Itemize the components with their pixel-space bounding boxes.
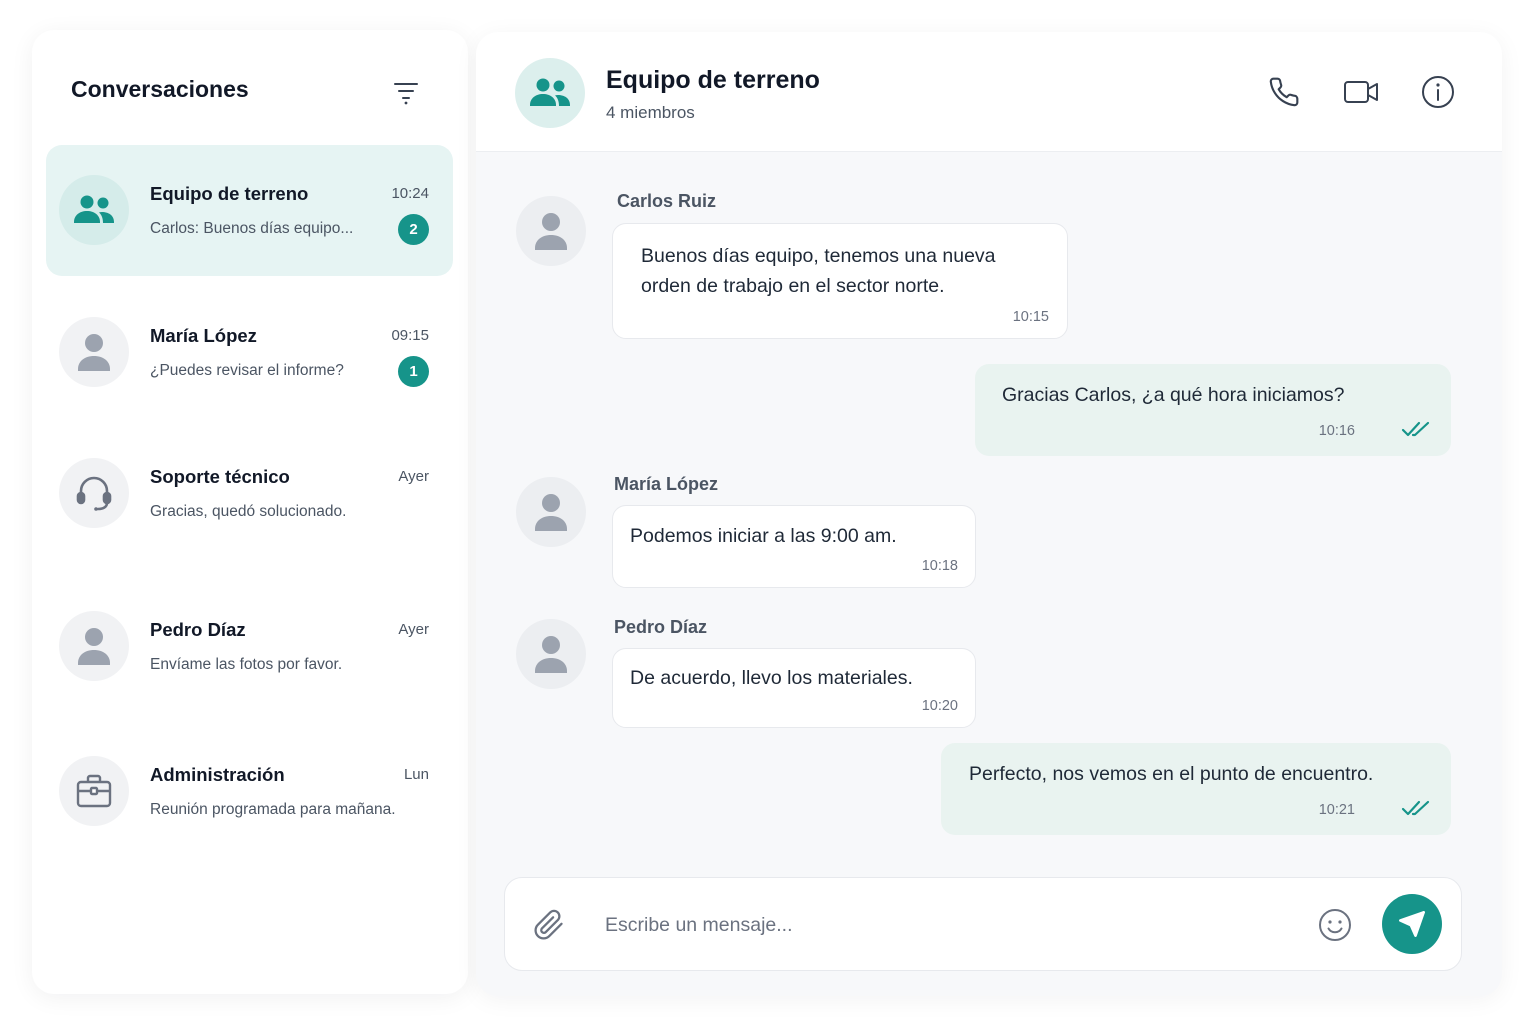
sender-name: María López bbox=[614, 474, 719, 494]
user-icon bbox=[535, 636, 567, 673]
conversation-time: 10:24 bbox=[391, 185, 429, 202]
message-time: 10:16 bbox=[1318, 423, 1355, 439]
video-call-button[interactable] bbox=[1341, 72, 1381, 112]
conversation-name: María López bbox=[150, 325, 257, 346]
user-icon bbox=[535, 213, 567, 250]
chat-member-count: 4 miembros bbox=[606, 103, 695, 122]
message-time: 10:15 bbox=[1012, 309, 1049, 325]
sidebar-title: Conversaciones bbox=[71, 76, 249, 102]
message-text: Gracias Carlos, ¿a qué hora iniciamos? bbox=[1002, 380, 1344, 410]
message-text-line: Podemos iniciar a las 9:00 am. bbox=[630, 525, 897, 547]
double-check-icon bbox=[1401, 800, 1430, 816]
conversation-name: Pedro Díaz bbox=[150, 619, 246, 640]
conversation-preview: Gracias, quedó solucionado. bbox=[150, 503, 347, 520]
message-time: 10:20 bbox=[921, 698, 958, 714]
headset-icon bbox=[76, 476, 112, 511]
emoji-icon bbox=[1319, 909, 1351, 941]
avatar bbox=[59, 756, 129, 826]
message-input[interactable] bbox=[605, 902, 1285, 948]
message-bubble-incoming: De acuerdo, llevo los materiales. 10:20 bbox=[612, 648, 976, 728]
video-icon bbox=[1344, 81, 1378, 103]
call-button[interactable] bbox=[1264, 72, 1304, 112]
messaging-app: Conversaciones Equipo de terreno 10:24 C… bbox=[0, 0, 1536, 1024]
message-composer bbox=[504, 877, 1462, 971]
attach-button[interactable] bbox=[529, 905, 569, 945]
conversation-preview: Envíame las fotos por favor. bbox=[150, 656, 343, 673]
user-icon bbox=[78, 628, 110, 665]
conversation-preview: ¿Puedes revisar el informe? bbox=[150, 362, 344, 379]
send-button[interactable] bbox=[1382, 894, 1442, 954]
filter-icon bbox=[394, 83, 418, 105]
conversation-time: Ayer bbox=[398, 468, 429, 485]
chat-title: Equipo de terreno bbox=[606, 66, 820, 94]
conversation-preview: Reunión programada para mañana. bbox=[150, 801, 396, 818]
conversation-item-administracion[interactable]: Administración Lun Reunión programada pa… bbox=[46, 726, 453, 857]
paperclip-icon bbox=[534, 909, 563, 940]
chat-panel: Equipo de terreno 4 miembros Carlos Ruiz… bbox=[476, 32, 1502, 996]
info-button[interactable] bbox=[1418, 72, 1458, 112]
sidebar-header: Conversaciones bbox=[32, 30, 468, 145]
message-text-line: orden de trabajo en el sector norte. bbox=[641, 275, 945, 297]
avatar bbox=[59, 611, 129, 681]
chat-header: Equipo de terreno 4 miembros bbox=[476, 32, 1502, 152]
message-bubble-outgoing: Perfecto, nos vemos en el punto de encue… bbox=[941, 743, 1451, 835]
message-text-line: Gracias Carlos, ¿a qué hora iniciamos? bbox=[1002, 384, 1345, 406]
message-text-line: Perfecto, nos vemos en el punto de encue… bbox=[969, 763, 1374, 785]
conversation-item-maria-lopez[interactable]: María López 09:15 ¿Puedes revisar el inf… bbox=[46, 287, 453, 418]
message-text: Buenos días equipo, tenemos una nueva or… bbox=[641, 241, 996, 301]
sender-avatar bbox=[516, 196, 586, 266]
conversation-time: Lun bbox=[403, 766, 429, 783]
chat-avatar bbox=[515, 58, 585, 128]
conversation-item-pedro-diaz[interactable]: Pedro Díaz Ayer Envíame las fotos por fa… bbox=[46, 581, 453, 712]
avatar bbox=[59, 175, 129, 245]
unread-badge: 1 bbox=[398, 356, 429, 387]
message-text-line: Buenos días equipo, tenemos una nueva bbox=[641, 245, 996, 267]
conversation-item-soporte-tecnico[interactable]: Soporte técnico Ayer Gracias, quedó solu… bbox=[46, 428, 453, 559]
send-icon bbox=[1399, 911, 1425, 937]
emoji-button[interactable] bbox=[1315, 905, 1355, 945]
group-icon bbox=[74, 195, 114, 223]
filter-button[interactable] bbox=[388, 74, 424, 110]
message-bubble-incoming: Buenos días equipo, tenemos una nueva or… bbox=[612, 223, 1068, 339]
conversation-time: Ayer bbox=[398, 621, 429, 638]
user-icon bbox=[78, 334, 110, 371]
unread-badge: 2 bbox=[398, 214, 429, 245]
message-time: 10:18 bbox=[921, 558, 958, 574]
message-time: 10:21 bbox=[1318, 802, 1355, 818]
conversations-sidebar: Conversaciones Equipo de terreno 10:24 C… bbox=[32, 30, 468, 994]
message-text: Perfecto, nos vemos en el punto de encue… bbox=[969, 759, 1373, 789]
conversation-item-equipo-de-terreno[interactable]: Equipo de terreno 10:24 Carlos: Buenos d… bbox=[46, 145, 453, 276]
conversation-name: Administración bbox=[150, 764, 285, 785]
phone-icon bbox=[1269, 77, 1299, 107]
sender-name: Pedro Díaz bbox=[614, 617, 708, 637]
message-text: Podemos iniciar a las 9:00 am. bbox=[630, 521, 897, 551]
user-icon bbox=[535, 494, 567, 531]
message-text-line: De acuerdo, llevo los materiales. bbox=[630, 667, 913, 689]
avatar bbox=[59, 458, 129, 528]
group-icon bbox=[530, 78, 570, 106]
conversation-name: Equipo de terreno bbox=[150, 183, 309, 204]
double-check-icon bbox=[1401, 421, 1430, 437]
info-icon bbox=[1422, 76, 1454, 108]
message-bubble-incoming: Podemos iniciar a las 9:00 am. 10:18 bbox=[612, 505, 976, 588]
sender-avatar bbox=[516, 477, 586, 547]
sender-name: Carlos Ruiz bbox=[617, 191, 717, 211]
briefcase-icon bbox=[76, 774, 112, 808]
message-bubble-outgoing: Gracias Carlos, ¿a qué hora iniciamos? 1… bbox=[975, 364, 1451, 456]
message-text: De acuerdo, llevo los materiales. bbox=[630, 663, 913, 693]
conversation-name: Soporte técnico bbox=[150, 466, 290, 487]
sender-avatar bbox=[516, 619, 586, 689]
conversation-time: 09:15 bbox=[391, 327, 429, 344]
avatar bbox=[59, 317, 129, 387]
conversation-preview: Carlos: Buenos días equipo... bbox=[150, 220, 354, 237]
